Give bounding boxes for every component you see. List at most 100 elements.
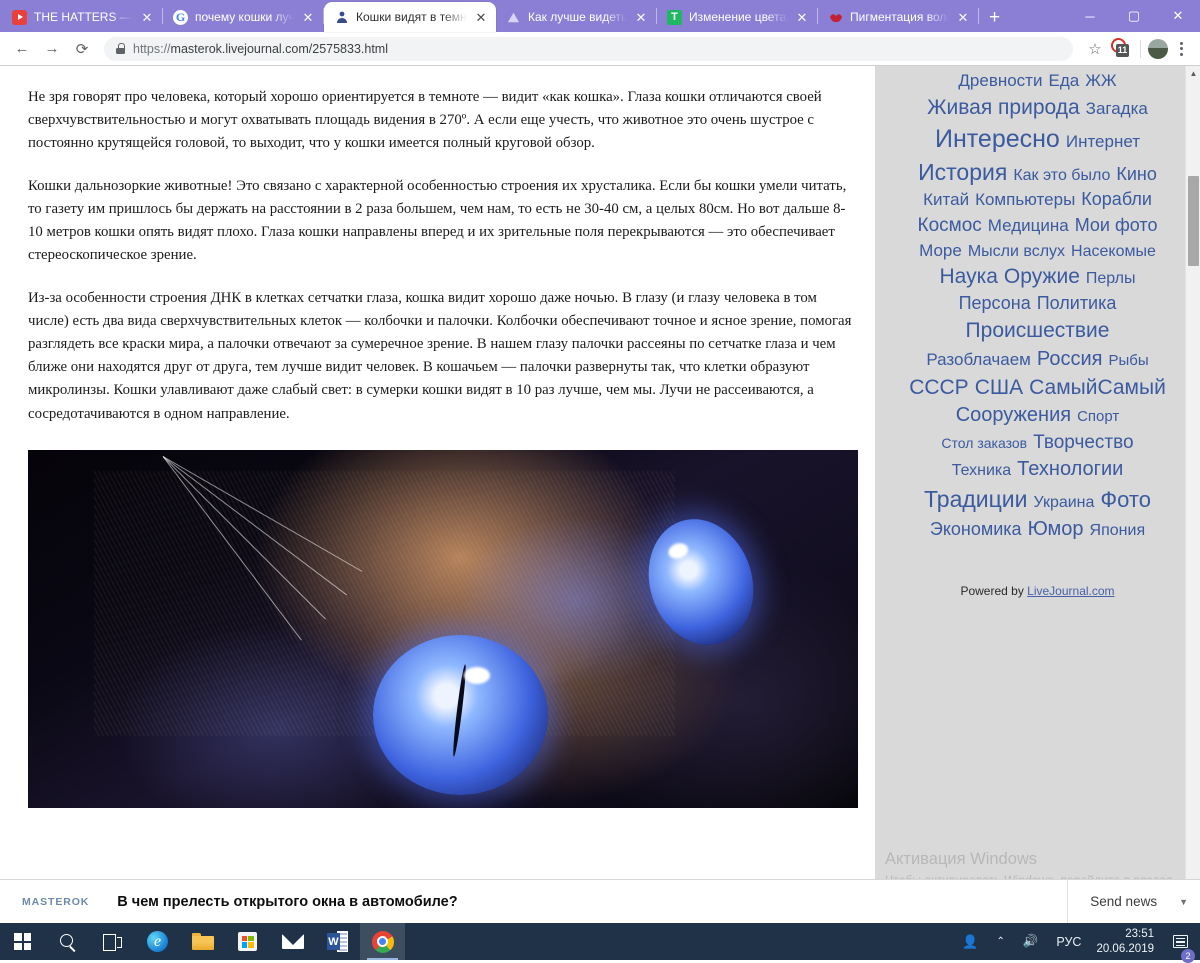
tag-link[interactable]: Интернет	[1066, 132, 1140, 151]
browser-tab-4[interactable]: T Изменение цвета в ✕	[657, 2, 817, 32]
people-icon[interactable]: 👤	[953, 923, 987, 960]
news-headline[interactable]: В чем прелесть открытого окна в автомоби…	[117, 894, 457, 910]
chrome-button[interactable]	[360, 923, 405, 960]
browser-tab-2-active[interactable]: Кошки видят в темн ✕	[324, 2, 496, 32]
language-indicator[interactable]: РУС	[1047, 923, 1090, 960]
close-window-button[interactable]: ✕	[1156, 0, 1200, 32]
tag-link[interactable]: Китай	[923, 190, 969, 209]
send-news-button[interactable]: Send news	[1068, 894, 1179, 909]
browser-tab-5[interactable]: Пигментация волос ✕	[818, 2, 978, 32]
tag-row: Наука Оружие Перлы	[889, 263, 1186, 291]
page-scrollbar[interactable]: ▲ ▼	[1185, 66, 1200, 923]
tag-link[interactable]: СамыйСамый	[1029, 376, 1166, 399]
system-tray: 👤 ⌃ 🔊 РУС 23:51 20.06.2019 2	[953, 923, 1200, 963]
microsoft-store-button[interactable]	[225, 923, 270, 960]
tag-link[interactable]: Стол заказов	[941, 435, 1027, 451]
tag-link[interactable]: Мои фото	[1075, 215, 1158, 235]
tag-row: Стол заказов Творчество	[889, 430, 1186, 455]
tab-close-icon[interactable]: ✕	[634, 11, 648, 24]
tab-close-icon[interactable]: ✕	[795, 11, 809, 24]
clock[interactable]: 23:51 20.06.2019	[1090, 927, 1164, 956]
tag-link[interactable]: Море	[919, 241, 962, 260]
tag-link[interactable]: Космос	[918, 215, 982, 236]
tag-link[interactable]: Япония	[1090, 522, 1146, 539]
tag-link[interactable]: Интересно	[935, 125, 1060, 153]
tag-link[interactable]: ЖЖ	[1085, 71, 1116, 90]
browser-tab-0[interactable]: THE HATTERS — TA ✕	[2, 2, 162, 32]
file-explorer-button[interactable]	[180, 923, 225, 960]
forward-button[interactable]: →	[38, 35, 66, 63]
tag-link[interactable]: История	[918, 159, 1007, 185]
chrome-menu-button[interactable]	[1170, 41, 1192, 56]
mail-button[interactable]	[270, 923, 315, 960]
tab-close-icon[interactable]: ✕	[140, 11, 154, 24]
tab-title: Как лучше видеть в	[528, 10, 627, 24]
word-button[interactable]: W	[315, 923, 360, 960]
tag-row: Китай Компьютеры Корабли	[889, 188, 1186, 212]
tag-link[interactable]: Экономика	[930, 519, 1022, 539]
tag-link[interactable]: Загадка	[1086, 99, 1148, 118]
extension-icon[interactable]: 11	[1108, 34, 1133, 60]
new-tab-button[interactable]: +	[979, 8, 1010, 27]
tag-link[interactable]: Фото	[1100, 487, 1151, 512]
livejournal-link[interactable]: LiveJournal.com	[1027, 584, 1114, 598]
tag-link[interactable]: Насекомые	[1071, 243, 1156, 260]
tag-link[interactable]: Техника	[952, 462, 1011, 479]
maximize-button[interactable]: ▢	[1112, 0, 1156, 32]
tag-link[interactable]: Кино	[1116, 164, 1157, 184]
news-brand[interactable]: MASTEROK	[22, 896, 89, 908]
tag-link[interactable]: Творчество	[1033, 432, 1133, 453]
tag-link[interactable]: Россия	[1037, 348, 1103, 370]
tag-link[interactable]: Сооружения	[956, 404, 1071, 426]
volume-icon[interactable]: 🔊	[1014, 923, 1048, 960]
tag-link[interactable]: Спорт	[1077, 408, 1119, 425]
back-button[interactable]: ←	[8, 35, 36, 63]
show-hidden-icons-chevron-icon[interactable]: ⌃	[987, 923, 1013, 960]
tag-link[interactable]: Медицина	[988, 216, 1069, 235]
tab-close-icon[interactable]: ✕	[301, 11, 315, 24]
tag-link[interactable]: Древности	[958, 71, 1042, 90]
tag-link[interactable]: Технологии	[1017, 458, 1123, 480]
tag-link[interactable]: Оружие	[1004, 265, 1080, 288]
avatar[interactable]	[1148, 38, 1168, 59]
task-view-button[interactable]	[90, 923, 135, 960]
tag-link[interactable]: Традиции	[924, 486, 1027, 512]
tag-link[interactable]: Политика	[1037, 293, 1117, 313]
tag-link[interactable]: Перлы	[1086, 270, 1136, 287]
tag-link[interactable]: Рыбы	[1108, 352, 1148, 369]
browser-tab-3[interactable]: ⛰ Как лучше видеть в ✕	[496, 2, 656, 32]
minimize-button[interactable]: ─	[1068, 0, 1112, 32]
mountain-icon: ⛰	[508, 9, 519, 25]
tag-link[interactable]: Персона	[959, 293, 1031, 313]
tag-link[interactable]: Компьютеры	[975, 190, 1075, 209]
tag-row: Космос Медицина Мои фото	[889, 213, 1186, 238]
tag-link[interactable]: Наука	[939, 265, 997, 288]
tag-link[interactable]: Юмор	[1028, 518, 1084, 540]
search-button[interactable]	[45, 923, 90, 960]
start-button[interactable]	[0, 923, 45, 960]
toolbar-divider	[1140, 39, 1141, 58]
tag-link[interactable]: Живая природа	[927, 96, 1080, 119]
tag-link[interactable]: Еда	[1048, 71, 1079, 90]
notification-center-button[interactable]: 2	[1164, 923, 1200, 963]
bookmark-star-icon[interactable]: ☆	[1081, 35, 1109, 63]
tag-link[interactable]: Украина	[1034, 494, 1095, 511]
address-bar[interactable]: https://masterok.livejournal.com/2575833…	[104, 36, 1073, 61]
tag-link[interactable]: Мысли вслух	[968, 243, 1065, 260]
tab-close-icon[interactable]: ✕	[956, 11, 970, 24]
tab-close-icon[interactable]: ✕	[474, 11, 488, 24]
edge-button[interactable]	[135, 923, 180, 960]
tag-link[interactable]: Корабли	[1081, 189, 1152, 209]
tag-link[interactable]: Происшествие	[966, 319, 1110, 342]
tag-link[interactable]: Как это было	[1013, 167, 1110, 184]
tag-link[interactable]: Разоблачаем	[926, 350, 1031, 369]
scrollbar-thumb[interactable]	[1188, 176, 1199, 266]
scroll-up-arrow-icon[interactable]: ▲	[1186, 66, 1200, 81]
chevron-down-icon[interactable]: ▼	[1179, 897, 1200, 907]
tag-link[interactable]: СССР	[909, 376, 969, 399]
windows-taskbar: W 👤 ⌃ 🔊 РУС 23:51 20.06.2019 2	[0, 923, 1200, 963]
tag-row: Живая природа Загадка	[889, 94, 1186, 122]
reload-button[interactable]: ⟳	[68, 35, 96, 63]
tag-link[interactable]: США	[975, 376, 1023, 399]
browser-tab-1[interactable]: G почему кошки луч ✕	[163, 2, 323, 32]
